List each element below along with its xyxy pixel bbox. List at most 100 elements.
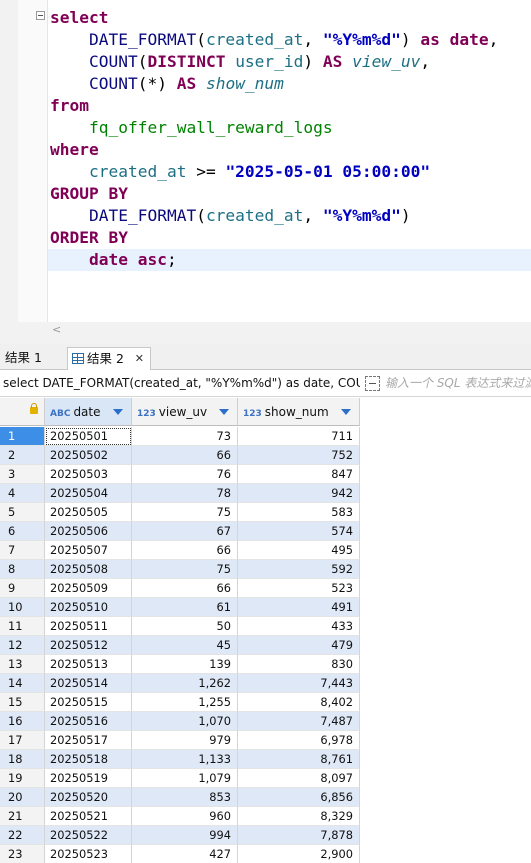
show-num-cell[interactable]: 7,487 (238, 712, 360, 731)
show-num-cell[interactable]: 433 (238, 617, 360, 636)
show-num-cell[interactable]: 6,856 (238, 788, 360, 807)
filter-expression-icon[interactable] (365, 376, 380, 391)
date-cell[interactable]: 20250516 (45, 712, 132, 731)
view-uv-cell[interactable]: 75 (132, 503, 238, 522)
sql-editor[interactable]: select DATE_FORMAT(created_at, "%Y%m%d")… (0, 0, 531, 344)
tab-result-1[interactable]: 结果 1 (0, 347, 62, 370)
row-number[interactable]: 21 (0, 807, 45, 826)
date-cell[interactable]: 20250519 (45, 769, 132, 788)
table-row[interactable]: 14 20250514 1,262 7,443 (0, 674, 360, 693)
row-number[interactable]: 11 (0, 617, 45, 636)
show-num-cell[interactable]: 8,402 (238, 693, 360, 712)
table-row[interactable]: 16 20250516 1,070 7,487 (0, 712, 360, 731)
view-uv-cell[interactable]: 1,070 (132, 712, 238, 731)
code-line[interactable]: created_at >= "2025-05-01 05:00:00" (50, 161, 430, 183)
filter-input[interactable]: 输入一个 SQL 表达式来过滤结果 (385, 371, 531, 396)
show-num-cell[interactable]: 830 (238, 655, 360, 674)
code-line[interactable]: DATE_FORMAT(created_at, "%Y%m%d") as dat… (50, 29, 498, 51)
date-cell[interactable]: 20250512 (45, 636, 132, 655)
date-cell[interactable]: 20250509 (45, 579, 132, 598)
row-number[interactable]: 17 (0, 731, 45, 750)
show-num-cell[interactable]: 479 (238, 636, 360, 655)
date-cell[interactable]: 20250511 (45, 617, 132, 636)
code-line[interactable]: date asc; (50, 249, 177, 271)
table-row[interactable]: 7 20250507 66 495 (0, 541, 360, 560)
view-uv-cell[interactable]: 50 (132, 617, 238, 636)
date-cell[interactable]: 20250503 (45, 465, 132, 484)
date-cell[interactable]: 20250502 (45, 446, 132, 465)
date-cell[interactable]: 20250508 (45, 560, 132, 579)
tab-result-2[interactable]: 结果 2 ✕ (67, 347, 151, 370)
show-num-cell[interactable]: 711 (238, 427, 360, 446)
view-uv-cell[interactable]: 853 (132, 788, 238, 807)
table-row[interactable]: 20 20250520 853 6,856 (0, 788, 360, 807)
show-num-cell[interactable]: 574 (238, 522, 360, 541)
table-row[interactable]: 6 20250506 67 574 (0, 522, 360, 541)
view-uv-cell[interactable]: 45 (132, 636, 238, 655)
code-line[interactable]: COUNT(DISTINCT user_id) AS view_uv, (50, 51, 430, 73)
show-num-cell[interactable]: 8,761 (238, 750, 360, 769)
table-row[interactable]: 8 20250508 75 592 (0, 560, 360, 579)
show-num-cell[interactable]: 2,900 (238, 845, 360, 863)
collapse-icon[interactable] (36, 11, 45, 20)
table-row[interactable]: 5 20250505 75 583 (0, 503, 360, 522)
table-row[interactable]: 4 20250504 78 942 (0, 484, 360, 503)
view-uv-cell[interactable]: 139 (132, 655, 238, 674)
table-row[interactable]: 2 20250502 66 752 (0, 446, 360, 465)
view-uv-cell[interactable]: 61 (132, 598, 238, 617)
table-row[interactable]: 3 20250503 76 847 (0, 465, 360, 484)
view-uv-cell[interactable]: 427 (132, 845, 238, 863)
show-num-cell[interactable]: 523 (238, 579, 360, 598)
view-uv-cell[interactable]: 66 (132, 579, 238, 598)
column-header-view-uv[interactable]: 123 view_uv (132, 398, 238, 426)
column-header-show-num[interactable]: 123 show_num (238, 398, 360, 426)
date-cell[interactable]: 20250507 (45, 541, 132, 560)
date-cell[interactable]: 20250517 (45, 731, 132, 750)
table-row[interactable]: 15 20250515 1,255 8,402 (0, 693, 360, 712)
show-num-cell[interactable]: 495 (238, 541, 360, 560)
row-number[interactable]: 8 (0, 560, 45, 579)
row-number[interactable]: 2 (0, 446, 45, 465)
sort-dropdown-icon[interactable] (219, 409, 229, 415)
table-row[interactable]: 1 20250501 73 711 (0, 427, 360, 446)
code-line[interactable]: GROUP BY (50, 183, 128, 205)
date-cell[interactable]: 20250522 (45, 826, 132, 845)
view-uv-cell[interactable]: 960 (132, 807, 238, 826)
view-uv-cell[interactable]: 67 (132, 522, 238, 541)
row-number[interactable]: 3 (0, 465, 45, 484)
row-number[interactable]: 1 (0, 427, 45, 446)
row-number[interactable]: 14 (0, 674, 45, 693)
sort-dropdown-icon[interactable] (113, 409, 123, 415)
view-uv-cell[interactable]: 73 (132, 427, 238, 446)
horizontal-scrollbar[interactable] (48, 322, 531, 340)
table-row[interactable]: 18 20250518 1,133 8,761 (0, 750, 360, 769)
show-num-cell[interactable]: 583 (238, 503, 360, 522)
show-num-cell[interactable]: 752 (238, 446, 360, 465)
row-number[interactable]: 19 (0, 769, 45, 788)
table-row[interactable]: 13 20250513 139 830 (0, 655, 360, 674)
show-num-cell[interactable]: 8,329 (238, 807, 360, 826)
table-row[interactable]: 10 20250510 61 491 (0, 598, 360, 617)
row-number[interactable]: 13 (0, 655, 45, 674)
show-num-cell[interactable]: 8,097 (238, 769, 360, 788)
date-cell[interactable]: 20250520 (45, 788, 132, 807)
view-uv-cell[interactable]: 1,262 (132, 674, 238, 693)
row-number[interactable]: 20 (0, 788, 45, 807)
code-line[interactable]: select (50, 7, 108, 29)
row-number[interactable]: 23 (0, 845, 45, 863)
scroll-left-icon[interactable]: < (52, 323, 61, 336)
date-cell[interactable]: 20250504 (45, 484, 132, 503)
code-line[interactable]: COUNT(*) AS show_num (50, 73, 284, 95)
row-number[interactable]: 9 (0, 579, 45, 598)
view-uv-cell[interactable]: 1,079 (132, 769, 238, 788)
row-number[interactable]: 5 (0, 503, 45, 522)
view-uv-cell[interactable]: 66 (132, 541, 238, 560)
row-number[interactable]: 7 (0, 541, 45, 560)
code-line[interactable]: from (50, 95, 89, 117)
code-line[interactable]: DATE_FORMAT(created_at, "%Y%m%d") (50, 205, 411, 227)
view-uv-cell[interactable]: 78 (132, 484, 238, 503)
table-row[interactable]: 17 20250517 979 6,978 (0, 731, 360, 750)
view-uv-cell[interactable]: 994 (132, 826, 238, 845)
show-num-cell[interactable]: 942 (238, 484, 360, 503)
row-number[interactable]: 16 (0, 712, 45, 731)
